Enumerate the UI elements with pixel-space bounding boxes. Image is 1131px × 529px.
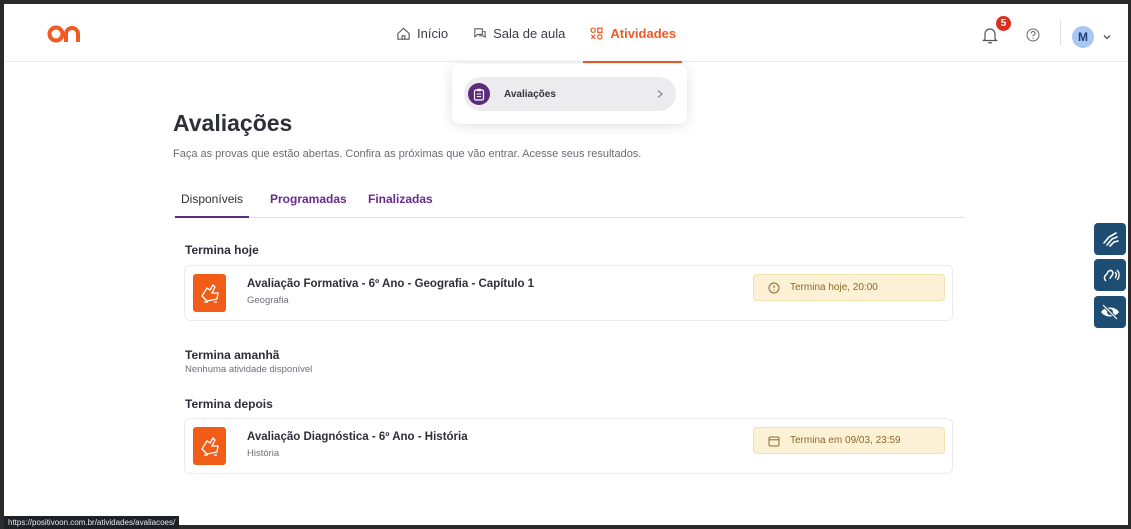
activity-card[interactable]: Avaliação Diagnóstica - 6º Ano - Históri…: [184, 418, 953, 474]
page-title: Avaliações: [173, 110, 293, 136]
nav-atividades[interactable]: Atividades: [583, 4, 682, 63]
section-title-tomorrow: Termina amanhã: [185, 348, 280, 362]
bell-icon[interactable]: [981, 26, 999, 44]
sign-language-button[interactable]: [1094, 223, 1126, 255]
activity-icon: [193, 427, 226, 465]
contrast-button[interactable]: [1094, 296, 1126, 328]
tab-programadas[interactable]: Programadas: [270, 192, 347, 206]
notification-badge: 5: [996, 16, 1011, 31]
activity-icon: [193, 274, 226, 312]
top-header: Início Sala de aula Atividades 5 M: [4, 4, 1128, 63]
activity-subject: Geografia: [247, 295, 289, 306]
help-icon[interactable]: [1026, 28, 1040, 42]
deadline-badge: Termina em 09/03, 23:59: [753, 427, 945, 454]
eye-slash-icon: [1101, 303, 1119, 321]
header-divider: [1060, 20, 1061, 46]
dropdown-item-label: Avaliações: [504, 88, 556, 100]
tab-disponiveis[interactable]: Disponíveis: [174, 192, 250, 218]
activities-icon: [590, 26, 603, 40]
status-url: https://positivoon.com.br/atividades/ava…: [4, 516, 180, 529]
tab-finalizadas[interactable]: Finalizadas: [368, 192, 433, 206]
page-subtitle: Faça as provas que estão abertas. Confir…: [173, 148, 642, 160]
calendar-icon: [768, 436, 780, 446]
chevron-down-icon[interactable]: [1102, 32, 1112, 42]
activity-title: Avaliação Diagnóstica - 6º Ano - Históri…: [247, 431, 468, 443]
audio-reader-button[interactable]: [1094, 259, 1126, 291]
chevron-right-icon: [657, 90, 663, 98]
nav-inicio[interactable]: Início: [396, 4, 448, 62]
tab-bar: Disponíveis Programadas Finalizadas: [173, 187, 965, 218]
activity-title: Avaliação Formativa - 6º Ano - Geografia…: [247, 278, 535, 290]
sign-language-icon: [1103, 232, 1119, 247]
chat-icon: [474, 27, 486, 38]
avatar[interactable]: M: [1072, 26, 1094, 48]
deadline-text: Termina hoje, 20:00: [790, 282, 878, 293]
section-title-later: Termina depois: [185, 397, 273, 411]
dropdown-item-avaliacoes[interactable]: Avaliações: [464, 77, 676, 111]
nav-inicio-label: Início: [417, 25, 449, 41]
activity-card[interactable]: Avaliação Formativa - 6º Ano - Geografia…: [184, 265, 953, 321]
nav-sala-de-aula[interactable]: Sala de aula: [472, 4, 565, 62]
deadline-badge: Termina hoje, 20:00: [753, 274, 945, 301]
activities-dropdown: Avaliações: [452, 64, 687, 124]
activity-subject: História: [247, 448, 280, 459]
empty-message: Nenhuma atividade disponível: [185, 364, 313, 375]
nav-atividades-label: Atividades: [610, 25, 677, 41]
logo[interactable]: [46, 24, 86, 44]
main-nav: Início Sala de aula Atividades: [396, 4, 682, 63]
section-title-today: Termina hoje: [185, 243, 259, 257]
clipboard-icon: [468, 83, 490, 105]
nav-sala-label: Sala de aula: [493, 25, 566, 41]
audio-icon: [1103, 269, 1120, 282]
deadline-text: Termina em 09/03, 23:59: [790, 435, 901, 446]
clock-icon: [768, 282, 780, 293]
home-icon: [397, 27, 410, 40]
